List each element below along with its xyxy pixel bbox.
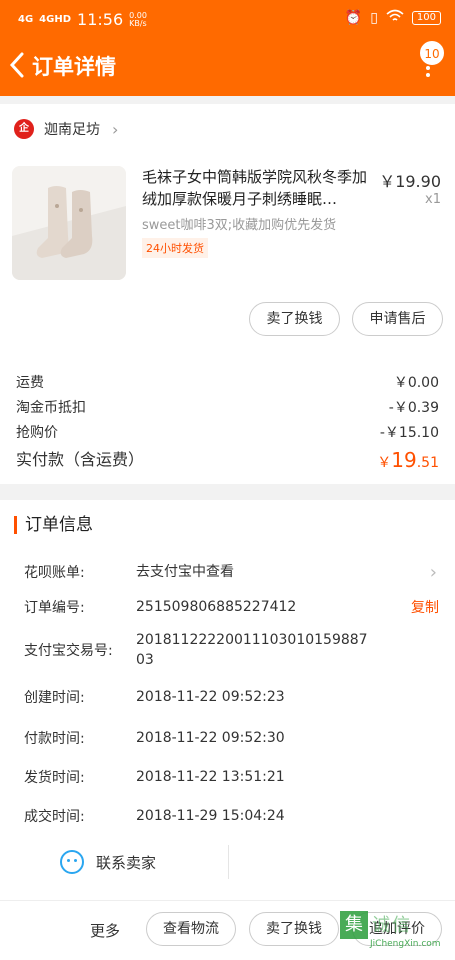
- page-title: 订单详情: [32, 55, 116, 79]
- back-arrow-icon[interactable]: [8, 50, 28, 80]
- message-badge[interactable]: 10: [419, 40, 445, 66]
- watermark-text: 诚信: [372, 915, 412, 936]
- shop-link[interactable]: 企 迦南足坊 ›: [14, 119, 118, 139]
- fee-value: ￥0.00: [393, 375, 439, 391]
- wifi-icon: [386, 9, 404, 27]
- shipped-time: 2018-11-22 13:51:21: [136, 769, 285, 785]
- section-title: 订单信息: [14, 516, 93, 534]
- product-sku: sweet咖啡3双;收藏加购优先发货: [142, 218, 337, 233]
- signal-indicator-1: 4G: [18, 14, 34, 25]
- completed-time: 2018-11-29 15:04:24: [136, 808, 285, 824]
- completed-time-row: 成交时间: 2018-11-29 15:04:24: [24, 806, 285, 826]
- shop-name: 迦南足坊: [44, 122, 100, 138]
- info-label: 创建时间:: [24, 690, 85, 706]
- fee-label: 抢购价: [16, 425, 58, 441]
- sell-for-cash-button[interactable]: 卖了换钱: [249, 912, 339, 946]
- paid-time: 2018-11-22 09:52:30: [136, 730, 285, 746]
- watermark-square: 集: [340, 911, 368, 939]
- divider: [228, 845, 229, 879]
- product-image[interactable]: [12, 166, 126, 280]
- total-paid-row: 实付款（含运费） ￥19.51: [16, 446, 439, 472]
- fee-label: 淘金币抵扣: [16, 400, 86, 416]
- info-label: 成交时间:: [24, 809, 85, 825]
- product-price: ￥19.90: [379, 172, 441, 191]
- watermark-domain: JiChengXin.com: [370, 939, 441, 949]
- total-currency: ￥: [377, 455, 392, 471]
- contact-seller-label: 联系卖家: [96, 853, 157, 872]
- total-amount: ￥19.51: [377, 448, 439, 472]
- shipping-tag: 24小时发货: [142, 238, 208, 258]
- chevron-right-icon: ›: [429, 562, 437, 583]
- more-button[interactable]: 更多: [90, 920, 120, 941]
- signal-indicator-2: 4GHD: [39, 14, 72, 25]
- alipay-trade-row: 支付宝交易号: 2018112222001110301015988703: [24, 630, 368, 668]
- order-item-card: 企 迦南足坊 › 毛袜子女中筒韩版学院风秋冬季加绒加厚款保暖月子刺绣睡眠… ￥1…: [0, 104, 455, 484]
- info-label: 付款时间:: [24, 731, 85, 747]
- huabei-row[interactable]: 花呗账单: 去支付宝中查看: [24, 562, 234, 582]
- fee-row-flash-price: 抢购价 -￥15.10: [16, 422, 439, 442]
- total-integer: 19: [391, 448, 417, 472]
- product-quantity: x1: [425, 192, 441, 207]
- network-speed: 0.00 KB/s: [129, 11, 151, 28]
- customer-service-icon: [60, 850, 84, 874]
- vibrate-icon: ▯: [370, 10, 378, 26]
- fee-row-shipping: 运费 ￥0.00: [16, 372, 439, 392]
- paid-time-row: 付款时间: 2018-11-22 09:52:30: [24, 728, 285, 748]
- info-label: 发货时间:: [24, 770, 85, 786]
- fee-value: -￥0.39: [388, 400, 439, 416]
- created-time: 2018-11-22 09:52:23: [136, 689, 285, 705]
- battery-indicator: 100: [411, 11, 441, 25]
- alipay-trade-number: 2018112222001110301015988703: [136, 632, 368, 668]
- fee-value: -￥15.10: [379, 425, 439, 441]
- info-label: 花呗账单:: [24, 565, 85, 581]
- nav-bar: 订单详情 10: [0, 36, 455, 96]
- apply-aftersale-button[interactable]: 申请售后: [352, 302, 443, 336]
- total-decimal: .51: [416, 455, 439, 471]
- contact-seller-button[interactable]: 联系卖家: [60, 850, 156, 874]
- watermark-logo: 集 诚信 JiChengXin.com: [340, 911, 455, 951]
- order-number: 251509806885227412: [136, 599, 297, 615]
- total-label: 实付款（含运费）: [16, 450, 145, 469]
- speed-unit: KB/s: [129, 18, 147, 28]
- clock: 11:56: [77, 10, 124, 29]
- created-time-row: 创建时间: 2018-11-22 09:52:23: [24, 687, 285, 707]
- info-label: 支付宝交易号:: [24, 643, 113, 659]
- huabei-value: 去支付宝中查看: [136, 564, 234, 580]
- view-logistics-button[interactable]: 查看物流: [146, 912, 236, 946]
- shipped-time-row: 发货时间: 2018-11-22 13:51:21: [24, 767, 285, 787]
- info-label: 订单编号:: [24, 600, 85, 616]
- alarm-icon: ⏰: [344, 10, 363, 26]
- fee-row-coin-deduction: 淘金币抵扣 -￥0.39: [16, 397, 439, 417]
- sell-for-cash-button[interactable]: 卖了换钱: [249, 302, 340, 336]
- order-number-row: 订单编号: 251509806885227412: [24, 597, 296, 617]
- fee-label: 运费: [16, 375, 44, 391]
- bottom-action-bar: 更多 查看物流 卖了换钱 追加评价 集 诚信 JiChengXin.com: [0, 900, 455, 960]
- chevron-right-icon: ›: [112, 119, 119, 139]
- status-bar: 4G 4GHD 11:56 0.00 KB/s ⏰ ▯ 100: [0, 0, 455, 36]
- shop-logo-icon: 企: [14, 119, 34, 139]
- copy-button[interactable]: 复制: [411, 597, 439, 617]
- order-info-card: 订单信息 花呗账单: 去支付宝中查看 › 订单编号: 2515098068852…: [0, 500, 455, 900]
- product-title[interactable]: 毛袜子女中筒韩版学院风秋冬季加绒加厚款保暖月子刺绣睡眠…: [142, 166, 374, 210]
